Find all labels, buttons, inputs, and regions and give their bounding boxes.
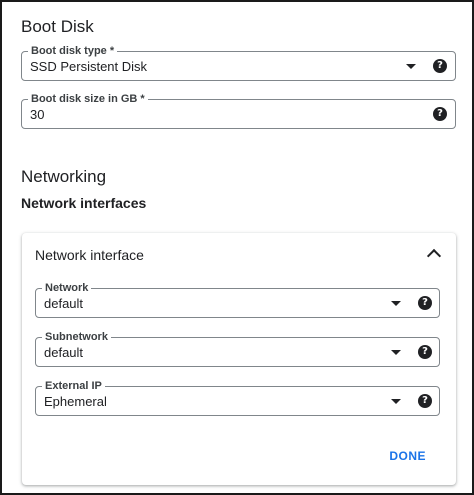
network-interface-title: Network interface bbox=[35, 247, 144, 263]
subnetwork-label: Subnetwork bbox=[42, 330, 111, 344]
caret-down-icon[interactable] bbox=[391, 399, 401, 404]
external-ip-label: External IP bbox=[42, 379, 105, 393]
subnetwork-select[interactable]: Subnetwork default ? bbox=[35, 330, 440, 367]
network-select[interactable]: Network default ? bbox=[35, 281, 440, 318]
network-label: Network bbox=[42, 281, 92, 295]
help-icon[interactable]: ? bbox=[418, 296, 432, 310]
external-ip-select[interactable]: External IP Ephemeral ? bbox=[35, 379, 440, 416]
boot-disk-size-input[interactable]: Boot disk size in GB * 30 ? bbox=[21, 92, 456, 129]
help-icon[interactable]: ? bbox=[433, 107, 447, 121]
caret-down-icon[interactable] bbox=[406, 64, 416, 69]
external-ip-value: Ephemeral bbox=[44, 394, 107, 409]
boot-disk-type-select[interactable]: Boot disk type * SSD Persistent Disk ? bbox=[21, 44, 456, 81]
subnetwork-value: default bbox=[44, 345, 84, 360]
help-icon[interactable]: ? bbox=[418, 394, 432, 408]
network-interface-card: Network interface Network default ? Subn… bbox=[22, 233, 456, 485]
done-button[interactable]: DONE bbox=[389, 449, 426, 463]
chevron-up-icon[interactable] bbox=[426, 248, 442, 264]
caret-down-icon[interactable] bbox=[391, 350, 401, 355]
network-value: default bbox=[44, 296, 84, 311]
boot-disk-size-label: Boot disk size in GB * bbox=[28, 92, 148, 106]
boot-disk-size-value[interactable]: 30 bbox=[30, 107, 44, 123]
networking-heading: Networking bbox=[21, 167, 107, 186]
network-interfaces-heading: Network interfaces bbox=[21, 195, 147, 211]
boot-disk-heading: Boot Disk bbox=[21, 17, 94, 36]
caret-down-icon[interactable] bbox=[391, 301, 401, 306]
help-icon[interactable]: ? bbox=[418, 345, 432, 359]
boot-disk-type-label: Boot disk type * bbox=[28, 44, 118, 58]
help-icon[interactable]: ? bbox=[433, 59, 447, 73]
boot-disk-type-value: SSD Persistent Disk bbox=[30, 59, 148, 74]
panel-frame: Boot Disk Boot disk type * SSD Persisten… bbox=[0, 0, 474, 495]
